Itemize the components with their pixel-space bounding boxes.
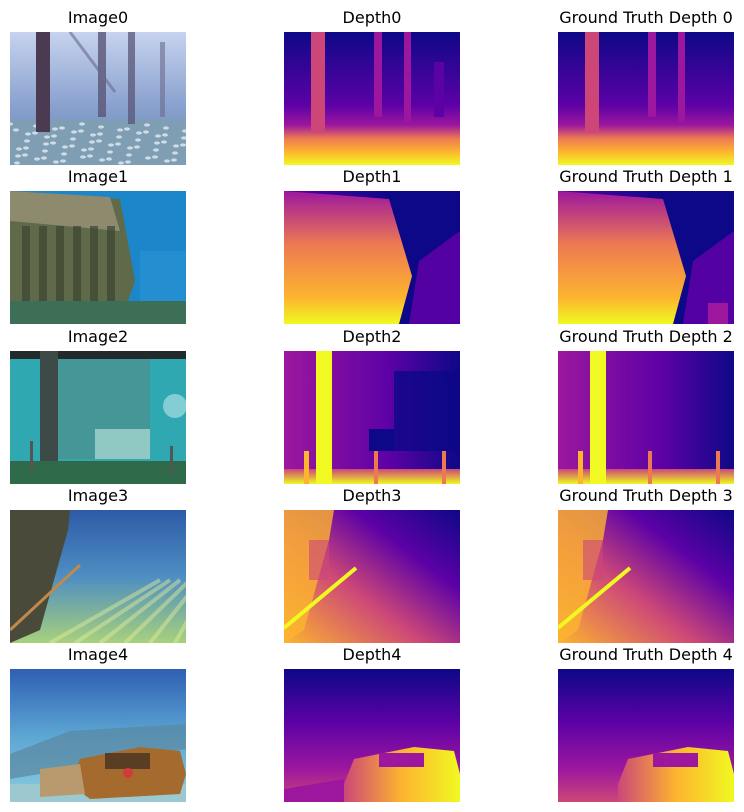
panel-title: Ground Truth Depth 4 <box>559 645 733 664</box>
ground-truth-depth-map <box>558 32 734 165</box>
panel-title: Image1 <box>67 167 129 186</box>
panel-title: Ground Truth Depth 1 <box>559 167 733 186</box>
depth-map <box>284 191 460 324</box>
depth-map <box>284 669 460 802</box>
ground-truth-depth-map <box>558 510 734 643</box>
ground-truth-depth-map <box>558 669 734 802</box>
underwater-image <box>10 669 186 802</box>
panel-title: Image3 <box>67 486 129 505</box>
panel-title: Depth1 <box>342 167 402 186</box>
panel-title: Image0 <box>67 8 129 27</box>
panel-title: Depth0 <box>342 8 402 27</box>
panel-title: Image2 <box>67 327 129 346</box>
panel-title: Depth3 <box>342 486 402 505</box>
depth-map <box>284 351 460 484</box>
underwater-image <box>10 351 186 484</box>
figure-grid: Image0 Depth0 Ground Truth Depth 0 Image1 De… <box>0 0 744 812</box>
panel-title: Depth2 <box>342 327 402 346</box>
ground-truth-depth-map <box>558 351 734 484</box>
panel-title: Image4 <box>67 645 129 664</box>
underwater-image <box>10 510 186 643</box>
panel-title: Depth4 <box>342 645 402 664</box>
underwater-image <box>10 191 186 324</box>
panel-title: Ground Truth Depth 2 <box>559 327 733 346</box>
depth-map <box>284 510 460 643</box>
panel-title: Ground Truth Depth 0 <box>559 8 733 27</box>
panel-title: Ground Truth Depth 3 <box>559 486 733 505</box>
ground-truth-depth-map <box>558 191 734 324</box>
underwater-image <box>10 32 186 165</box>
depth-map <box>284 32 460 165</box>
